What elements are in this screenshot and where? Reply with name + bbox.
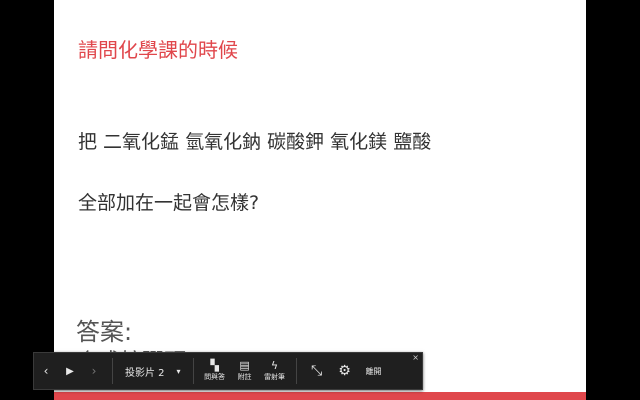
answer-heading: 答案: <box>76 318 133 346</box>
speaker-notes-button[interactable]: ▤ 附註 <box>230 353 260 389</box>
laser-pointer-icon: ϟ <box>270 359 279 372</box>
slide-body-line-1: 把 二氧化錳 氫氧化鈉 碳酸鉀 氧化鎂 鹽酸 <box>78 131 432 153</box>
toolbar-divider <box>295 358 297 384</box>
chevron-left-icon: ‹ <box>43 364 49 378</box>
qa-button[interactable]: ▚ 問與答 <box>200 353 230 389</box>
chevron-right-icon: › <box>91 364 97 378</box>
close-icon[interactable]: × <box>412 354 419 362</box>
laser-pointer-button[interactable]: ϟ 雷射筆 <box>260 353 290 389</box>
presenter-toolbar: ‹ ▶ › 投影片 2 ▾ ▚ 問與答 ▤ 附註 ϟ 雷射筆 ⤡ ⚙ 離開 × <box>33 352 423 390</box>
play-icon: ▶ <box>66 365 74 377</box>
autoplay-button[interactable]: ▶ <box>58 353 82 389</box>
toolbar-divider <box>192 358 194 384</box>
chat-bubbles-icon: ▚ <box>210 359 219 372</box>
notes-icon: ▤ <box>239 359 250 372</box>
next-slide-button[interactable]: › <box>82 353 106 389</box>
settings-button[interactable]: ⚙ <box>331 353 359 389</box>
exit-fullscreen-button[interactable]: ⤡ <box>303 353 331 389</box>
slide-accent-bar <box>54 392 586 400</box>
exit-fullscreen-icon: ⤡ <box>310 363 323 379</box>
gear-icon: ⚙ <box>338 363 351 379</box>
slide-selector-label: 投影片 2 <box>125 367 165 379</box>
toolbar-divider <box>112 358 113 384</box>
previous-slide-button[interactable]: ‹ <box>34 353 58 389</box>
presentation-slide: 請問化學課的時候 把 二氧化錳 氫氧化鈉 碳酸鉀 氧化鎂 鹽酸 全部加在一起會怎… <box>54 0 586 400</box>
caret-down-icon: ▾ <box>176 366 181 376</box>
exit-presentation-button[interactable]: 離開 <box>359 353 389 389</box>
slide-body-line-2: 全部加在一起會怎樣? <box>78 192 260 214</box>
laser-pointer-label: 雷射筆 <box>264 373 286 381</box>
slide-title: 請問化學課的時候 <box>78 38 238 62</box>
slide-selector-dropdown[interactable]: 投影片 2 ▾ <box>119 353 187 389</box>
exit-label: 離開 <box>365 366 382 376</box>
qa-label: 問與答 <box>204 373 226 381</box>
notes-label: 附註 <box>237 373 252 381</box>
